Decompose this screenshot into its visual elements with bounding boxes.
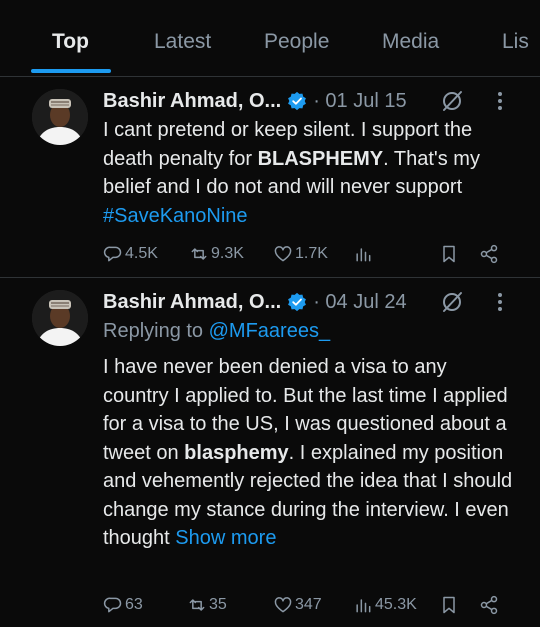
avatar[interactable]	[32, 89, 88, 145]
tab-media[interactable]: Media	[382, 30, 439, 54]
share-button[interactable]	[479, 593, 501, 617]
reply-icon	[103, 246, 122, 262]
share-button[interactable]	[479, 242, 501, 266]
more-icon[interactable]	[490, 290, 510, 314]
repost-icon	[191, 248, 207, 260]
tweet-actions: 4.5K 9.3K 1.7K	[103, 242, 513, 266]
repost-button[interactable]: 35	[187, 593, 227, 617]
show-more-link[interactable]: Show more	[175, 527, 276, 549]
bookmark-button[interactable]	[439, 242, 461, 266]
bookmark-icon	[443, 596, 455, 614]
verified-badge-icon	[288, 292, 307, 312]
views-button[interactable]: 45.3K	[353, 593, 417, 617]
author-name[interactable]: Bashir Ahmad, O...	[103, 291, 281, 314]
tweet-text-bold: blasphemy	[184, 441, 289, 464]
verified-badge-icon	[288, 91, 307, 111]
avatar[interactable]	[32, 290, 88, 346]
like-count: 1.7K	[295, 245, 328, 262]
avatar-image	[32, 89, 88, 145]
reply-count: 63	[125, 596, 143, 613]
like-icon	[274, 597, 292, 613]
grok-icon[interactable]	[440, 290, 464, 314]
share-icon	[480, 595, 498, 615]
bookmark-button[interactable]	[439, 593, 461, 617]
repost-icon	[189, 599, 205, 611]
replying-to-handle[interactable]: @MFaarees_	[209, 320, 330, 342]
tab-people[interactable]: People	[264, 30, 329, 54]
reply-button[interactable]: 63	[103, 593, 143, 617]
tweet-text-bold: BLASPHEMY	[257, 147, 384, 170]
tweet-date[interactable]: · 01 Jul 15	[313, 90, 406, 113]
reply-count: 4.5K	[125, 245, 158, 262]
tweet-date[interactable]: · 04 Jul 24	[313, 291, 406, 314]
active-tab-indicator	[31, 69, 111, 73]
repost-button[interactable]: 9.3K	[189, 242, 244, 266]
reply-button[interactable]: 4.5K	[103, 242, 158, 266]
tab-top[interactable]: Top	[52, 30, 89, 54]
like-icon	[274, 246, 292, 262]
views-button[interactable]	[353, 242, 375, 266]
repost-count: 35	[209, 596, 227, 613]
grok-icon[interactable]	[440, 89, 464, 113]
like-button[interactable]: 347	[273, 593, 322, 617]
view-count: 45.3K	[375, 596, 417, 613]
repost-count: 9.3K	[211, 245, 244, 262]
bookmark-icon	[443, 245, 455, 263]
reply-icon	[103, 597, 122, 613]
like-count: 347	[295, 596, 322, 613]
views-icon	[356, 599, 371, 613]
replying-to-label: Replying to	[103, 320, 209, 342]
avatar-image	[32, 290, 88, 346]
tweet[interactable]: Bashir Ahmad, O... · 04 Jul 24 Replying …	[0, 278, 540, 627]
tweet-text: I have never been denied a visa to any c…	[103, 353, 513, 553]
hashtag-link[interactable]: #SaveKanoNine	[103, 205, 248, 227]
like-button[interactable]: 1.7K	[273, 242, 328, 266]
views-icon	[356, 248, 371, 262]
tab-lists[interactable]: Lis	[502, 30, 529, 54]
tab-latest[interactable]: Latest	[154, 30, 211, 54]
tweet-header: Bashir Ahmad, O... · 01 Jul 15	[103, 87, 407, 115]
more-icon[interactable]	[490, 89, 510, 113]
tweet-text: I cant pretend or keep silent. I support…	[103, 116, 513, 230]
tweet-header: Bashir Ahmad, O... · 04 Jul 24	[103, 288, 407, 316]
replying-to: Replying to @MFaarees_	[103, 320, 330, 343]
author-name[interactable]: Bashir Ahmad, O...	[103, 90, 281, 113]
share-icon	[480, 244, 498, 264]
tweet[interactable]: Bashir Ahmad, O... · 01 Jul 15 I cant pr…	[0, 77, 540, 278]
tweet-actions: 63 35 347 45.3K	[103, 593, 513, 617]
search-tabs: Top Latest People Media Lis	[0, 0, 540, 77]
